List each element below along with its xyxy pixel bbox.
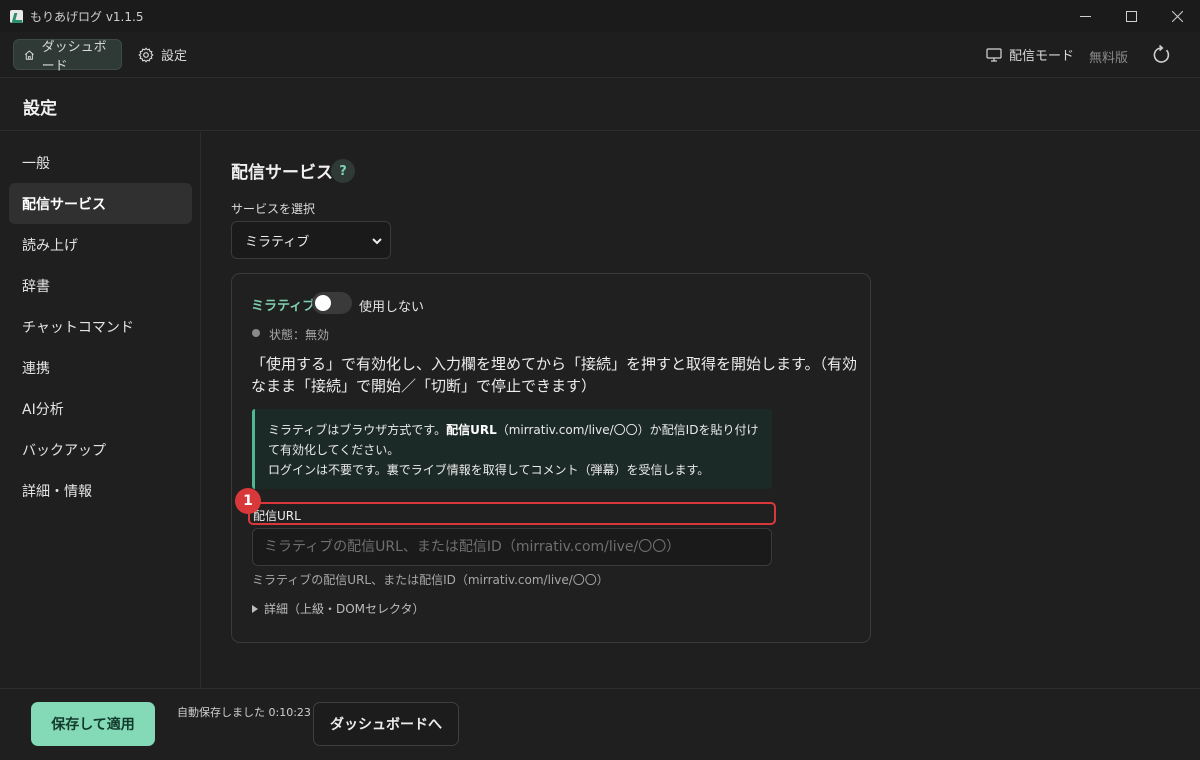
page-title: 設定 bbox=[23, 99, 57, 119]
details-label: 詳細（上級・DOMセレクタ） bbox=[264, 602, 425, 616]
save-apply-button[interactable]: 保存して適用 bbox=[31, 702, 155, 746]
service-enable-toggle[interactable] bbox=[312, 292, 352, 314]
url-hint: ミラティブの配信URL、または配信ID（mirrativ.com/live/〇〇… bbox=[252, 573, 609, 587]
info-line-1: ミラティブはブラウザ方式です。配信URL（mirrativ.com/live/〇… bbox=[268, 420, 760, 460]
sidebar-item-label: 配信サービス bbox=[22, 196, 106, 213]
service-description: 「使用する」で有効化し、入力欄を埋めてから「接続」を押すと取得を開始します。（有… bbox=[251, 355, 858, 395]
maximize-icon bbox=[1125, 10, 1137, 22]
sidebar-item-label: 辞書 bbox=[22, 278, 50, 295]
status-dot-icon bbox=[252, 329, 260, 337]
top-nav: ダッシュボード 設定 配信モード 無料版 bbox=[0, 32, 1200, 78]
close-button[interactable] bbox=[1154, 0, 1200, 32]
nav-settings-label: 設定 bbox=[161, 49, 188, 64]
autosave-status: 自動保存しました 0:10:23 bbox=[177, 706, 311, 719]
sidebar-item-ai-analysis[interactable]: AI分析 bbox=[9, 388, 192, 429]
sidebar-item-backup[interactable]: バックアップ bbox=[9, 429, 192, 470]
service-select[interactable]: ミラティブ bbox=[231, 221, 391, 259]
sidebar-item-details-info[interactable]: 詳細・情報 bbox=[9, 470, 192, 511]
maximize-button[interactable] bbox=[1108, 0, 1154, 32]
sidebar-item-streaming-services[interactable]: 配信サービス bbox=[9, 183, 192, 224]
nav-dashboard-label: ダッシュボード bbox=[41, 39, 107, 74]
sidebar: 一般 配信サービス 読み上げ 辞書 チャットコマンド 連携 AI分析 バックアッ… bbox=[0, 132, 201, 688]
home-icon bbox=[24, 49, 34, 60]
refresh-icon bbox=[1153, 44, 1170, 63]
info-bold-text: 配信URL bbox=[446, 423, 497, 437]
sidebar-item-label: バックアップ bbox=[22, 442, 106, 459]
field-label-highlight bbox=[248, 502, 776, 525]
refresh-button[interactable] bbox=[1150, 44, 1172, 66]
sidebar-item-label: チャットコマンド bbox=[22, 319, 134, 336]
sidebar-item-readout[interactable]: 読み上げ bbox=[9, 224, 192, 265]
service-select-label: サービスを選択 bbox=[231, 202, 316, 216]
triangle-right-icon bbox=[252, 604, 258, 613]
section-title: 配信サービス bbox=[231, 163, 333, 183]
sidebar-item-integration[interactable]: 連携 bbox=[9, 347, 192, 388]
broadcast-mode-label: 配信モード bbox=[1009, 49, 1075, 64]
gear-icon bbox=[138, 46, 154, 63]
page-header: 設定 bbox=[0, 79, 1200, 131]
go-dashboard-button[interactable]: ダッシュボードへ bbox=[313, 702, 459, 746]
chevron-down-icon bbox=[372, 238, 382, 245]
nav-settings-button[interactable]: 設定 bbox=[128, 39, 197, 70]
minimize-button[interactable] bbox=[1062, 0, 1108, 32]
status-text: 状態：無効 bbox=[269, 328, 330, 342]
window-title: もりあげログ v1.1.5 bbox=[30, 9, 144, 24]
help-button[interactable]: ? bbox=[331, 159, 355, 183]
url-input[interactable] bbox=[252, 528, 772, 566]
close-icon bbox=[1171, 10, 1183, 22]
app-logo-icon bbox=[10, 9, 23, 23]
sidebar-item-label: 連携 bbox=[22, 360, 50, 377]
toggle-knob bbox=[315, 295, 331, 311]
title-bar: もりあげログ v1.1.5 bbox=[0, 0, 1200, 32]
sidebar-item-general[interactable]: 一般 bbox=[9, 142, 192, 183]
nav-dashboard-button[interactable]: ダッシュボード bbox=[13, 39, 122, 74]
sidebar-item-chat-commands[interactable]: チャットコマンド bbox=[9, 306, 192, 347]
service-name: ミラティブ bbox=[251, 299, 316, 314]
broadcast-mode-button[interactable]: 配信モード bbox=[976, 39, 1084, 70]
info-box: ミラティブはブラウザ方式です。配信URL（mirrativ.com/live/〇… bbox=[252, 409, 772, 489]
annotation-marker: 1 bbox=[235, 488, 261, 514]
sidebar-item-dictionary[interactable]: 辞書 bbox=[9, 265, 192, 306]
minimize-icon bbox=[1079, 15, 1091, 17]
monitor-icon bbox=[986, 47, 1002, 62]
info-line-2: ログインは不要です。裏でライブ情報を取得してコメント（弾幕）を受信します。 bbox=[268, 463, 710, 477]
advanced-details-toggle[interactable]: 詳細（上級・DOMセレクタ） bbox=[252, 600, 425, 617]
info-text: ミラティブはブラウザ方式です。 bbox=[268, 423, 447, 437]
sidebar-item-label: AI分析 bbox=[22, 401, 64, 418]
footer bbox=[0, 688, 1200, 760]
service-select-value: ミラティブ bbox=[245, 234, 310, 250]
sidebar-item-label: 読み上げ bbox=[22, 237, 78, 254]
toggle-label: 使用しない bbox=[359, 300, 425, 315]
plan-badge: 無料版 bbox=[1089, 51, 1129, 66]
sidebar-item-label: 詳細・情報 bbox=[22, 483, 92, 500]
sidebar-item-label: 一般 bbox=[22, 155, 50, 172]
url-field-label: 配信URL bbox=[253, 509, 301, 523]
